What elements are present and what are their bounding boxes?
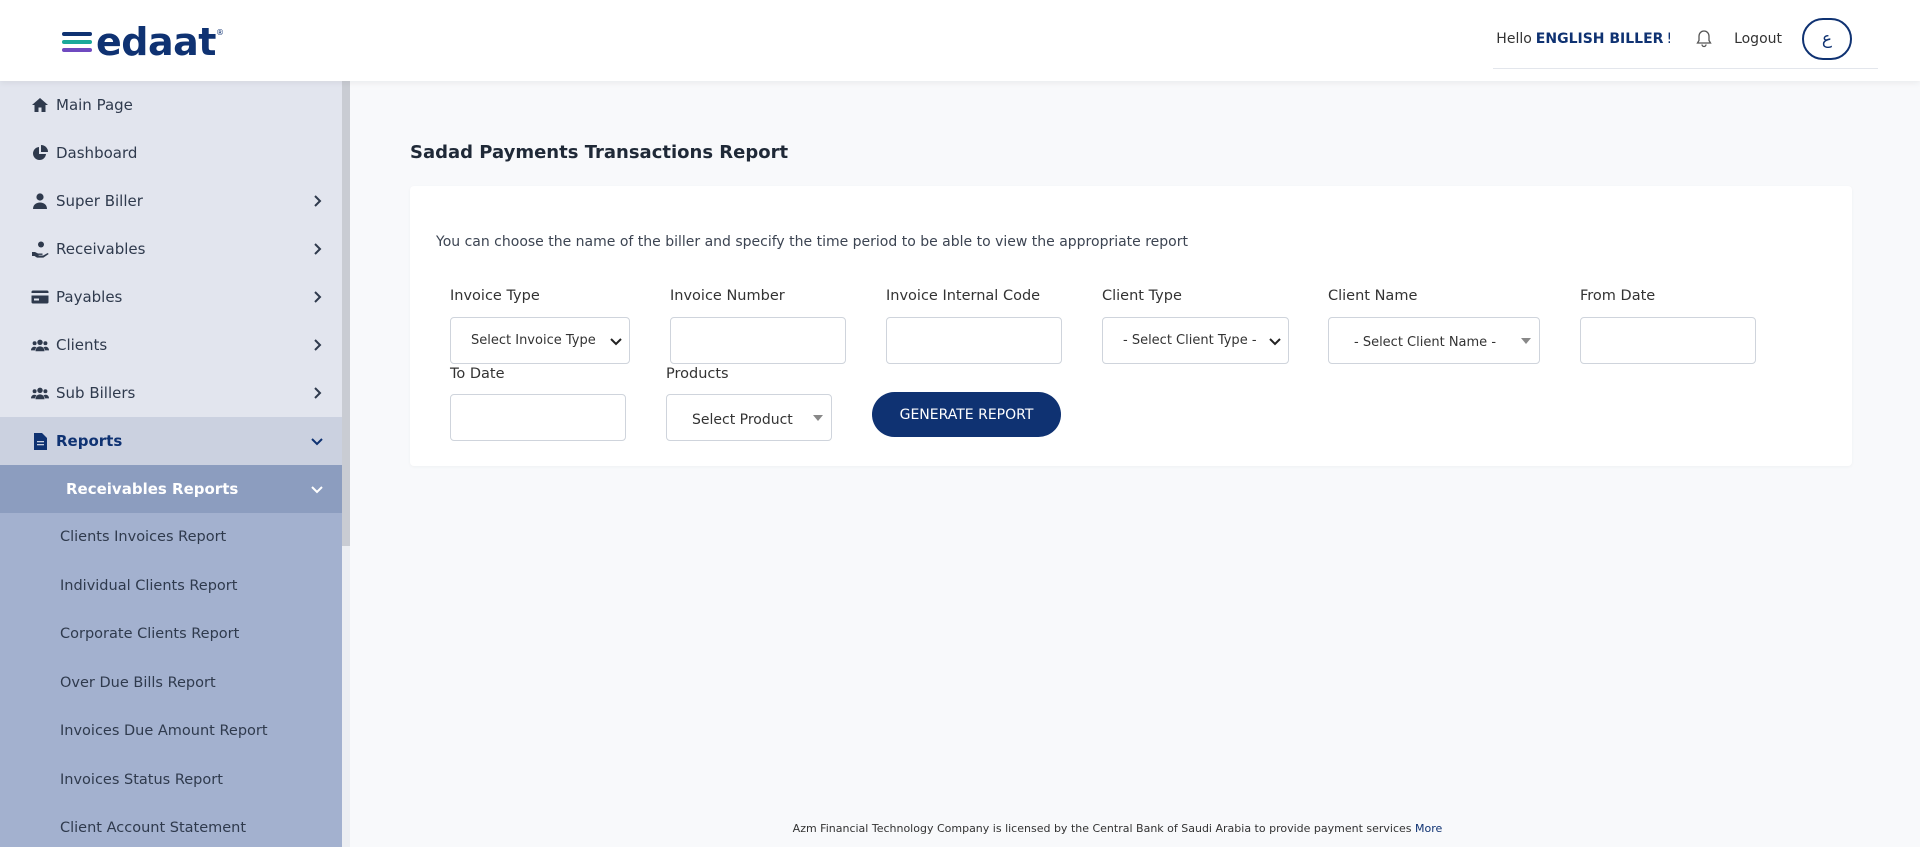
sidebar-link-invoices-status-report[interactable]: Invoices Status Report bbox=[0, 756, 342, 805]
products-value: Select Product bbox=[692, 412, 793, 428]
users-group-icon bbox=[31, 384, 49, 402]
receivables-reports-list: Clients Invoices Report Individual Clien… bbox=[0, 513, 342, 847]
logout-link[interactable]: Logout bbox=[1734, 31, 1782, 47]
chevron-right-icon bbox=[314, 195, 322, 207]
users-icon bbox=[31, 336, 49, 354]
to-date-label: To Date bbox=[450, 366, 505, 382]
credit-card-icon bbox=[31, 288, 49, 306]
sidebar-item-receivables[interactable]: Receivables bbox=[0, 225, 342, 273]
sidebar-item-sub-billers[interactable]: Sub Billers bbox=[0, 369, 342, 417]
caret-down-icon bbox=[813, 415, 823, 421]
sidebar-item-label: Dashboard bbox=[56, 144, 138, 162]
sidebar-link-individual-clients-report[interactable]: Individual Clients Report bbox=[0, 562, 342, 611]
sidebar-subitem-label: Receivables Reports bbox=[66, 480, 239, 498]
sidebar-scrollbar-thumb[interactable] bbox=[342, 81, 350, 546]
logo-registered-mark: ® bbox=[215, 28, 224, 37]
sidebar-item-label: Main Page bbox=[56, 96, 133, 114]
sidebar-link-invoices-due-amount-report[interactable]: Invoices Due Amount Report bbox=[0, 707, 342, 756]
invoice-type-value: Select Invoice Type bbox=[471, 333, 596, 348]
chevron-right-icon bbox=[314, 291, 322, 303]
hand-money-icon bbox=[31, 240, 49, 258]
user-name: ENGLISH BILLER bbox=[1535, 31, 1664, 47]
sidebar-link-corporate-clients-report[interactable]: Corporate Clients Report bbox=[0, 610, 342, 659]
greeting-suffix: ! bbox=[1666, 31, 1673, 47]
chevron-down-icon bbox=[311, 438, 323, 446]
client-name-select[interactable]: - Select Client Name - bbox=[1328, 317, 1540, 364]
logo-bars-icon bbox=[62, 32, 92, 52]
greeting: Hello ENGLISH BILLER! bbox=[1496, 31, 1672, 47]
user-icon bbox=[31, 192, 49, 210]
language-toggle-button[interactable]: ع bbox=[1802, 18, 1852, 60]
caret-down-icon bbox=[1521, 338, 1531, 344]
client-name-value: - Select Client Name - bbox=[1354, 335, 1497, 350]
invoice-internal-code-label: Invoice Internal Code bbox=[886, 288, 1041, 304]
sidebar-item-label: Clients bbox=[56, 336, 108, 354]
sidebar-link-client-account-statement[interactable]: Client Account Statement bbox=[0, 804, 342, 847]
sidebar-link-clients-invoices-report[interactable]: Clients Invoices Report bbox=[0, 513, 342, 562]
sidebar: Main Page Dashboard Super Biller Receiva… bbox=[0, 81, 342, 847]
pie-chart-icon bbox=[31, 144, 49, 162]
sidebar-item-label: Super Biller bbox=[56, 192, 143, 210]
invoice-number-input[interactable] bbox=[670, 317, 846, 364]
from-date-label: From Date bbox=[1580, 288, 1656, 304]
sidebar-item-clients[interactable]: Clients bbox=[0, 321, 342, 369]
top-header: edaat ® Hello ENGLISH BILLER! Logout ع bbox=[0, 0, 1920, 81]
sidebar-item-label: Payables bbox=[56, 288, 123, 306]
footer: Azm Financial Technology Company is lice… bbox=[350, 822, 1885, 835]
sidebar-item-super-biller[interactable]: Super Biller bbox=[0, 177, 342, 225]
client-type-select[interactable]: - Select Client Type - bbox=[1102, 317, 1289, 364]
invoice-internal-code-input[interactable] bbox=[886, 317, 1062, 364]
report-filter-card: You can choose the name of the biller an… bbox=[410, 186, 1852, 466]
footer-license-text: Azm Financial Technology Company is lice… bbox=[792, 822, 1412, 835]
greeting-text: Hello bbox=[1496, 31, 1532, 47]
chevron-right-icon bbox=[314, 243, 322, 255]
from-date-input[interactable] bbox=[1580, 317, 1756, 364]
document-icon bbox=[31, 432, 49, 450]
client-type-value: - Select Client Type - bbox=[1123, 333, 1257, 348]
chevron-down-icon bbox=[1269, 338, 1281, 346]
to-date-input[interactable] bbox=[450, 394, 626, 441]
intro-text: You can choose the name of the biller an… bbox=[436, 234, 1188, 250]
footer-more-link[interactable]: More bbox=[1415, 822, 1442, 835]
generate-report-button[interactable]: GENERATE REPORT bbox=[872, 392, 1061, 437]
page-title: Sadad Payments Transactions Report bbox=[410, 142, 789, 163]
invoice-type-select[interactable]: Select Invoice Type bbox=[450, 317, 630, 364]
sidebar-item-label: Receivables bbox=[56, 240, 146, 258]
logo-text: edaat bbox=[96, 20, 216, 64]
chevron-down-icon bbox=[610, 338, 622, 346]
bell-icon[interactable] bbox=[1694, 29, 1714, 49]
edaat-logo[interactable]: edaat ® bbox=[62, 20, 224, 64]
sidebar-item-dashboard[interactable]: Dashboard bbox=[0, 129, 342, 177]
sidebar-item-payables[interactable]: Payables bbox=[0, 273, 342, 321]
sidebar-item-main-page[interactable]: Main Page bbox=[0, 81, 342, 129]
sidebar-item-reports[interactable]: Reports bbox=[0, 417, 342, 465]
header-user-area: Hello ENGLISH BILLER! Logout ع bbox=[1496, 17, 1852, 61]
sidebar-link-over-due-bills-report[interactable]: Over Due Bills Report bbox=[0, 659, 342, 708]
chevron-right-icon bbox=[314, 339, 322, 351]
sidebar-scrollbar[interactable] bbox=[342, 81, 350, 847]
invoice-type-label: Invoice Type bbox=[450, 288, 540, 304]
home-icon bbox=[31, 96, 49, 114]
sidebar-subitem-receivables-reports[interactable]: Receivables Reports bbox=[0, 465, 342, 513]
invoice-number-label: Invoice Number bbox=[670, 288, 785, 304]
header-divider bbox=[1493, 68, 1878, 69]
client-name-label: Client Name bbox=[1328, 288, 1418, 304]
chevron-down-icon bbox=[311, 486, 323, 494]
client-type-label: Client Type bbox=[1102, 288, 1182, 304]
products-label: Products bbox=[666, 366, 729, 382]
products-select[interactable]: Select Product bbox=[666, 394, 832, 441]
sidebar-item-label: Sub Billers bbox=[56, 384, 136, 402]
chevron-right-icon bbox=[314, 387, 322, 399]
sidebar-item-label: Reports bbox=[56, 432, 123, 450]
